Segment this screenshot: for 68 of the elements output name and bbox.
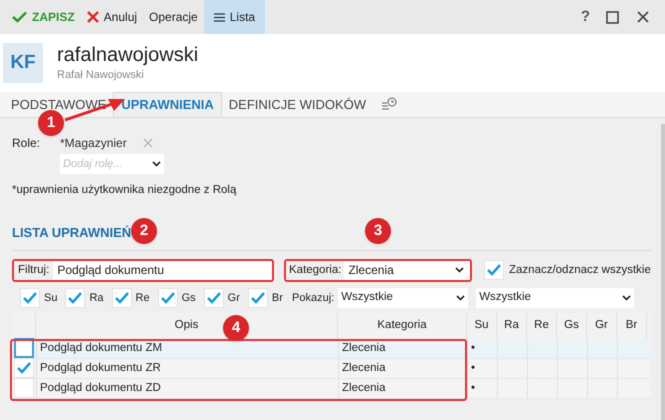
close-icon: [86, 11, 99, 23]
toolbar-button[interactable]: Lista: [204, 0, 266, 34]
table-cell-text: Zlecenia: [342, 340, 386, 356]
maximize-icon[interactable]: [606, 10, 619, 24]
checkbox[interactable]: [20, 288, 40, 308]
table-cell-text: Zlecenia: [342, 380, 386, 396]
checkbox[interactable]: [248, 288, 268, 308]
checkbox[interactable]: [204, 288, 224, 308]
table-cell-text: Podgląd dokumentu ZR: [40, 360, 161, 376]
roles-note: *uprawnienia użytkownika niezgodne z Rolą: [12, 183, 238, 198]
table-cell-text: •: [471, 340, 476, 356]
chevron-down-icon: [455, 267, 464, 274]
flag-label: Re: [136, 290, 150, 306]
help-button[interactable]: ?: [580, 6, 590, 28]
flag-label: Br: [272, 290, 283, 306]
flag-label: Gr: [228, 290, 240, 306]
flag-label: Su: [44, 290, 58, 306]
table-row[interactable]: Podgląd dokumentu ZR Zlecenia •: [12, 358, 651, 379]
chevron-down-icon: [152, 161, 162, 167]
toolbar-button[interactable]: Operacje: [143, 0, 204, 34]
chevron-down-icon: [456, 294, 466, 301]
checkbox[interactable]: [484, 260, 504, 280]
table-cell-text: •: [471, 380, 476, 396]
username: rafalnawojowski: [57, 42, 198, 67]
role-tag: *Magazynier: [60, 134, 127, 152]
checkmark-icon: [23, 292, 37, 304]
user-avatar: KF: [3, 43, 43, 83]
table-cell-text: Zlecenia: [342, 360, 386, 376]
table-cell-text: Podgląd dokumentu ZM: [40, 340, 162, 356]
menu-icon: [214, 12, 225, 22]
checkbox[interactable]: [158, 288, 178, 308]
show-label: Pokazuj:: [292, 290, 334, 306]
filter-field[interactable]: Filtruj: Podgląd dokumentu: [12, 258, 274, 282]
toolbar-button[interactable]: Anuluj: [80, 0, 144, 34]
scrollbar[interactable]: [660, 124, 665, 420]
flag-label: Ra: [89, 290, 104, 306]
annotation-badge: 3: [365, 218, 391, 244]
tab[interactable]: DEFINICJE WIDOKÓW: [222, 92, 374, 117]
full-name: Rafał Nawojowski: [57, 68, 145, 83]
show-dropdown[interactable]: Wszystkie: [338, 288, 468, 308]
checkmark-icon: [487, 264, 501, 276]
checkbox[interactable]: [65, 288, 86, 308]
checkmark-icon: [12, 11, 27, 23]
category-dropdown[interactable]: Kategoria: Zlecenia: [284, 258, 472, 282]
remove-icon[interactable]: [142, 138, 153, 148]
checkbox[interactable]: [112, 288, 132, 308]
section-title: LISTA UPRAWNIEŃ: [12, 224, 132, 242]
table-row[interactable]: Podgląd dokumentu ZD Zlecenia •: [12, 378, 651, 399]
table-cell-text: Podgląd dokumentu ZD: [40, 380, 161, 396]
tab[interactable]: UPRAWNIENIA: [113, 92, 222, 117]
checkmark-icon: [114, 292, 129, 304]
checkmark-icon: [206, 292, 221, 304]
select-all-label: Zaznacz/odznacz wszystkie: [509, 262, 651, 278]
chevron-down-icon: [622, 294, 632, 301]
roles-label: Role:: [12, 135, 40, 152]
flag-label: Gs: [182, 290, 196, 306]
show-dropdown[interactable]: Wszystkie: [476, 288, 634, 308]
row-checkbox[interactable]: [14, 338, 34, 358]
checkmark-icon: [250, 292, 265, 304]
checkmark-icon: [17, 362, 31, 374]
column-header[interactable]: Kategoria: [338, 312, 467, 339]
close-icon[interactable]: [637, 11, 649, 23]
annotation-badge: 1: [38, 110, 64, 136]
annotation-badge: 2: [131, 218, 157, 244]
checkmark-icon: [160, 292, 175, 304]
history-icon[interactable]: [381, 97, 398, 111]
table-cell-text: •: [471, 360, 476, 376]
checkmark-icon: [68, 292, 82, 304]
